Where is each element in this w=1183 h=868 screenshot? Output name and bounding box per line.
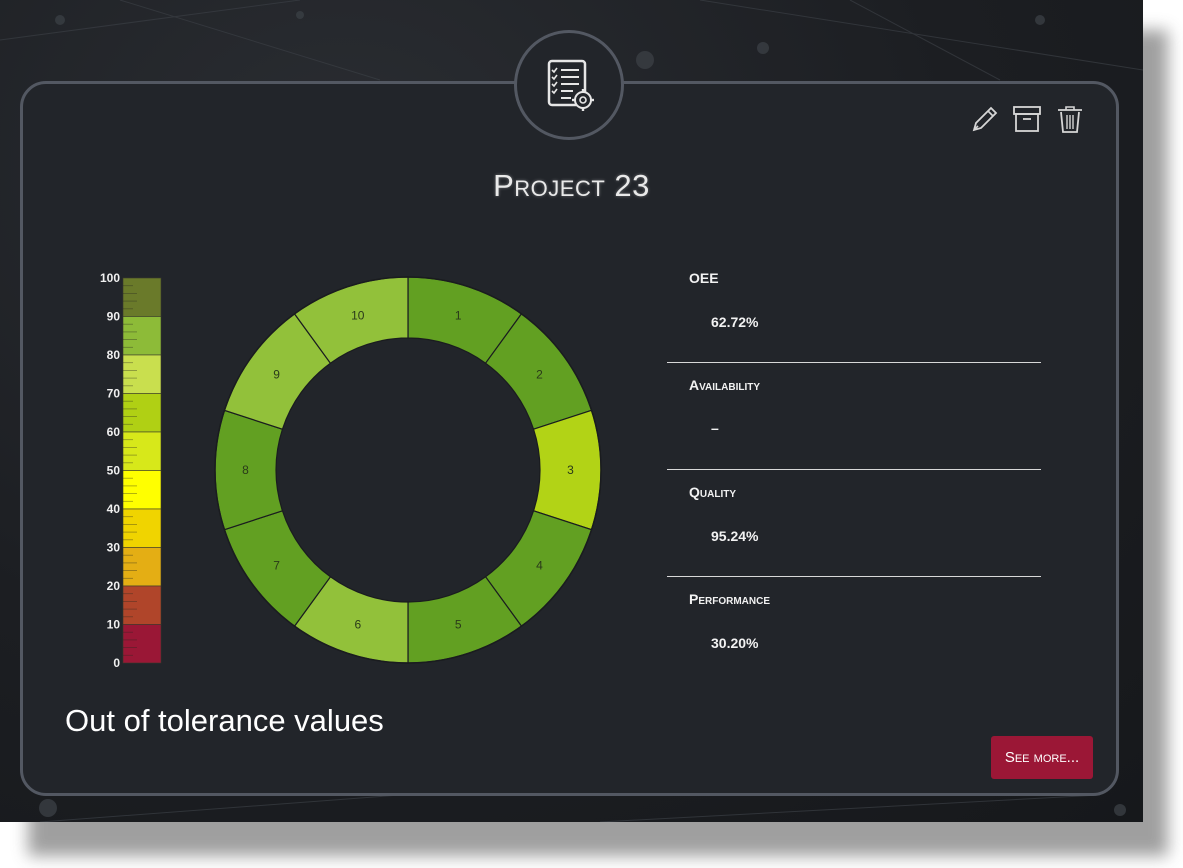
donut-segment-label: 8 bbox=[242, 463, 249, 477]
see-more-button[interactable]: See more... bbox=[991, 736, 1093, 779]
gauge-band bbox=[122, 431, 162, 471]
settings-list-icon bbox=[547, 59, 594, 111]
out-of-tolerance-heading: Out of tolerance values bbox=[65, 703, 384, 738]
segment-donut-chart: 1 2 3 4 5 6 7 8 9 10 bbox=[214, 276, 602, 664]
metric-value: 62.72% bbox=[711, 314, 759, 330]
gauge-band bbox=[122, 277, 162, 317]
donut-segment-label: 3 bbox=[567, 463, 574, 477]
metric-label: Quality bbox=[689, 484, 736, 500]
divider bbox=[667, 576, 1041, 577]
metric-label: OEE bbox=[689, 270, 719, 286]
gauge-tick-label: 40 bbox=[107, 502, 121, 516]
gauge-tick-label: 60 bbox=[107, 425, 121, 439]
donut-segment-label: 5 bbox=[455, 618, 462, 632]
metric-label: Performance bbox=[689, 591, 771, 607]
gauge-band bbox=[122, 547, 162, 587]
donut-segment-label: 6 bbox=[354, 618, 361, 632]
project-badge bbox=[514, 30, 624, 140]
gauge-tick-label: 20 bbox=[107, 579, 121, 593]
project-title: Project 23 bbox=[493, 168, 650, 203]
donut-segment-label: 9 bbox=[273, 367, 280, 381]
gauge-band bbox=[122, 316, 162, 356]
gauge-band bbox=[122, 354, 162, 394]
metric-value: 95.24% bbox=[711, 528, 759, 544]
gauge-tick-label: 80 bbox=[107, 348, 121, 362]
donut-segment-label: 1 bbox=[455, 308, 462, 322]
gauge-band bbox=[122, 508, 162, 548]
donut-segment-label: 7 bbox=[273, 559, 280, 573]
metric-value: – bbox=[711, 420, 719, 436]
gauge-tick-label: 70 bbox=[107, 387, 121, 401]
gauge-tick-label: 10 bbox=[107, 618, 121, 632]
gauge-tick-label: 30 bbox=[107, 541, 121, 555]
pencil-icon bbox=[972, 106, 998, 132]
gauge-band bbox=[122, 393, 162, 433]
edit-button[interactable] bbox=[968, 104, 1000, 141]
gauge-band bbox=[122, 470, 162, 510]
gauge-band bbox=[122, 585, 162, 625]
divider bbox=[667, 362, 1041, 363]
divider bbox=[667, 469, 1041, 470]
metric-value: 30.20% bbox=[711, 635, 759, 651]
trash-icon bbox=[1058, 106, 1082, 133]
tolerance-gauge: 1009080706050403020100 bbox=[100, 271, 162, 670]
gauge-tick-label: 100 bbox=[100, 271, 120, 285]
archive-button[interactable] bbox=[1011, 104, 1043, 141]
page-background: Project 23 100 90 80 70 60 50 40 30 20 10 0 123456… bbox=[0, 0, 1143, 822]
metric-label: Availability bbox=[689, 377, 761, 393]
delete-button[interactable] bbox=[1054, 104, 1086, 141]
donut-segment-label: 2 bbox=[536, 367, 543, 381]
archive-icon bbox=[1013, 106, 1041, 132]
gauge-tick-label: 0 bbox=[113, 656, 120, 670]
gauge-tick-label: 90 bbox=[107, 310, 121, 324]
gauge-tick-label: 50 bbox=[107, 464, 121, 478]
donut-segment-label: 10 bbox=[351, 308, 365, 322]
gauge-band bbox=[122, 624, 162, 664]
donut-segment-label: 4 bbox=[536, 559, 543, 573]
